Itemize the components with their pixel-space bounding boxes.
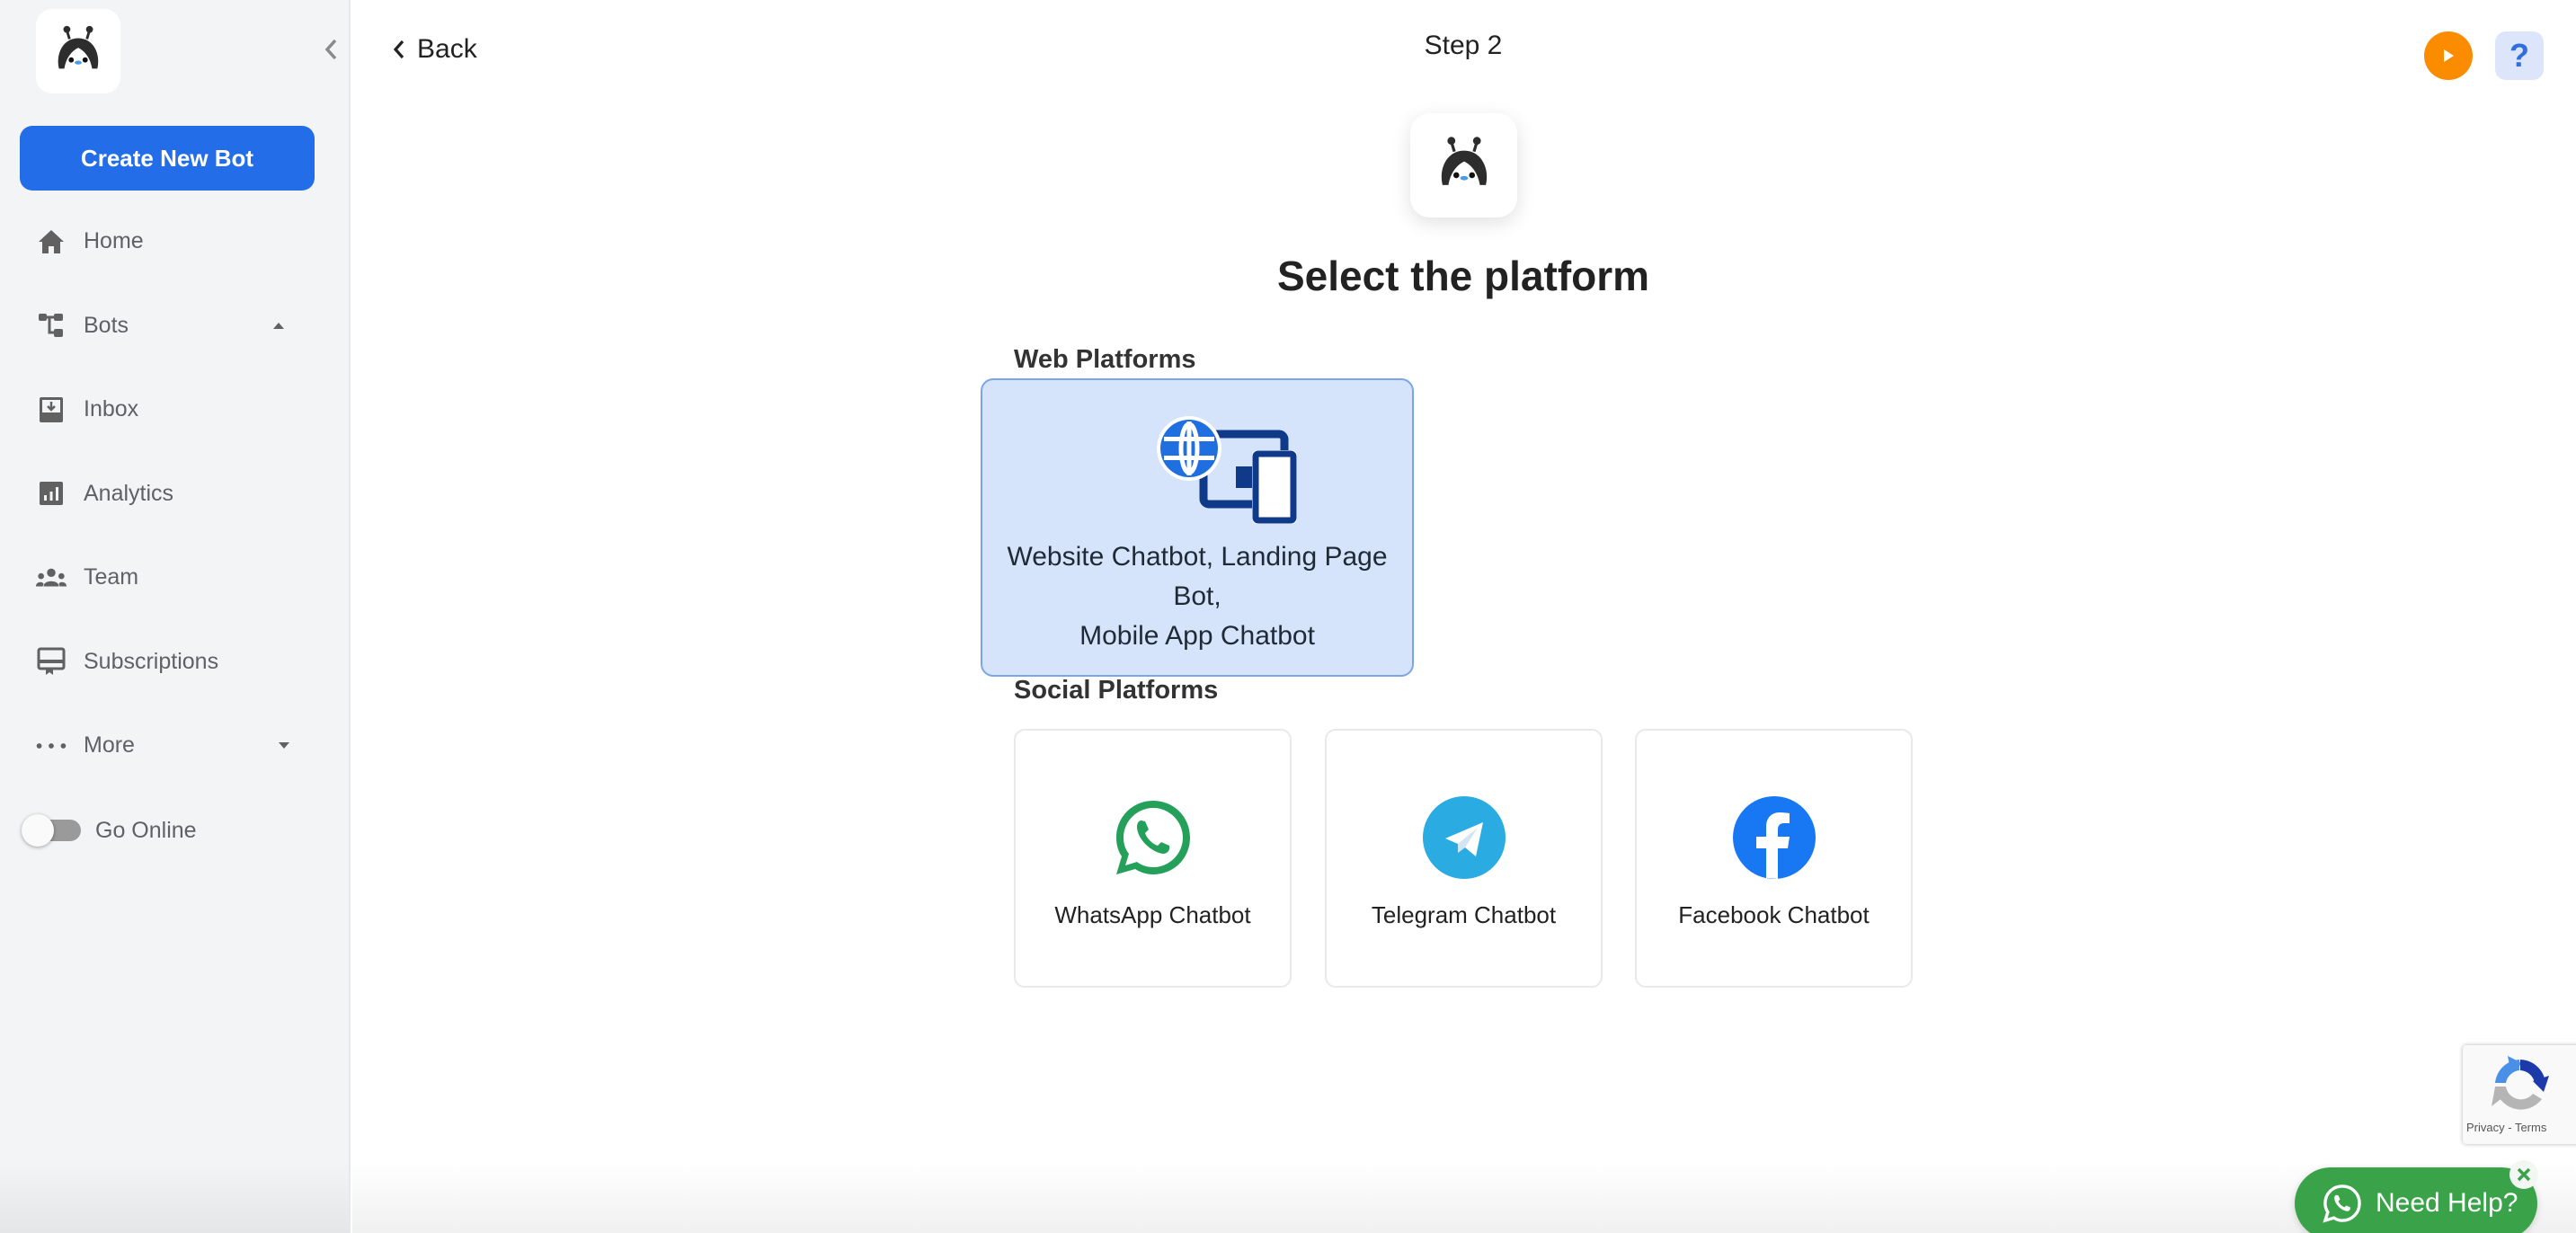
caret-up-icon[interactable]: [270, 319, 288, 332]
telegram-icon: [1422, 796, 1506, 879]
sidebar-item-analytics[interactable]: Analytics: [0, 452, 349, 537]
sidebar-item-bots[interactable]: Bots: [0, 284, 349, 368]
play-tutorial-button[interactable]: [2424, 31, 2473, 80]
need-help-close-button[interactable]: [2509, 1160, 2538, 1189]
facebook-label: Facebook Chatbot: [1678, 901, 1870, 928]
analytics-icon: [36, 478, 67, 509]
sidebar-item-more[interactable]: More: [0, 704, 349, 788]
bot-mascot-icon: [1441, 137, 1487, 185]
caret-down-icon[interactable]: [275, 740, 293, 752]
recaptcha-links: Privacy - Terms: [2466, 1121, 2546, 1134]
recaptcha-separator: -: [2504, 1121, 2515, 1134]
sidebar-item-label: Home: [84, 228, 144, 254]
sidebar-item-label: Team: [84, 564, 139, 590]
whatsapp-platform-card[interactable]: WhatsApp Chatbot: [1014, 729, 1292, 988]
close-icon: [2517, 1167, 2531, 1182]
go-online-toggle[interactable]: [22, 811, 81, 850]
web-platform-line-1: Website Chatbot, Landing Page Bot,: [1007, 542, 1388, 611]
telegram-label: Telegram Chatbot: [1371, 901, 1557, 928]
sidebar-item-label: Inbox: [84, 396, 139, 422]
app-root: Create New Bot Home Bots Inbox Analytics…: [0, 0, 2576, 1233]
sidebar-item-inbox[interactable]: Inbox: [0, 368, 349, 452]
bot-mascot-icon: [58, 25, 99, 69]
help-button[interactable]: ?: [2495, 31, 2544, 80]
whatsapp-label: WhatsApp Chatbot: [1054, 901, 1251, 928]
inbox-icon: [36, 395, 67, 425]
whatsapp-icon: [2323, 1184, 2361, 1223]
home-icon: [36, 226, 67, 257]
go-online-label: Go Online: [95, 817, 197, 843]
web-platform-line-2: Mobile App Chatbot: [1079, 621, 1315, 651]
collapse-sidebar-button[interactable]: [319, 34, 342, 65]
whatsapp-icon: [1115, 801, 1190, 874]
sidebar-item-label: Subscriptions: [84, 648, 219, 674]
toggle-knob: [22, 814, 54, 847]
sidebar-item-label: More: [84, 732, 135, 758]
social-platforms-heading: Social Platforms: [1014, 676, 1219, 705]
sidebar-item-team[interactable]: Team: [0, 536, 349, 620]
web-platform-card[interactable]: Website Chatbot, Landing Page Bot, Mobil…: [981, 378, 1414, 677]
create-new-bot-button[interactable]: Create New Bot: [20, 126, 315, 191]
facebook-platform-card[interactable]: Facebook Chatbot: [1635, 729, 1913, 988]
recaptcha-icon: [2492, 1056, 2549, 1110]
need-help-label: Need Help?: [2376, 1188, 2518, 1218]
go-online-toggle-row[interactable]: Go Online: [22, 811, 197, 850]
app-logo[interactable]: [36, 9, 120, 93]
recaptcha-badge: Privacy - Terms: [2463, 1045, 2576, 1144]
play-icon: [2444, 49, 2454, 62]
recaptcha-terms-link[interactable]: Terms: [2515, 1121, 2546, 1134]
bot-logo: [1410, 113, 1517, 217]
sidebar-item-label: Analytics: [84, 480, 174, 506]
sidebar-item-subscriptions[interactable]: Subscriptions: [0, 620, 349, 705]
chevron-left-icon: [324, 39, 337, 60]
need-help-button[interactable]: Need Help?: [2295, 1167, 2537, 1233]
recaptcha-privacy-link[interactable]: Privacy: [2466, 1121, 2505, 1134]
step-indicator: Step 2: [1424, 31, 1503, 60]
bottom-fade: [352, 1161, 2576, 1233]
more-dots-icon: [36, 731, 67, 761]
web-platform-description: Website Chatbot, Landing Page Bot, Mobil…: [982, 537, 1412, 656]
sidebar: Create New Bot Home Bots Inbox Analytics…: [0, 0, 351, 1233]
back-label: Back: [417, 34, 477, 64]
web-devices-icon: [1157, 416, 1297, 524]
back-button[interactable]: Back: [392, 31, 477, 68]
telegram-platform-card[interactable]: Telegram Chatbot: [1325, 729, 1603, 988]
chevron-left-icon: [393, 40, 404, 59]
page-title: Select the platform: [1276, 253, 1650, 299]
subscriptions-icon: [36, 646, 67, 677]
sidebar-nav: Home Bots Inbox Analytics Team Subscript…: [0, 200, 349, 788]
facebook-icon: [1732, 796, 1816, 879]
web-platforms-heading: Web Platforms: [1014, 345, 1196, 374]
sidebar-item-label: Bots: [84, 312, 129, 338]
bots-icon: [36, 310, 67, 341]
team-icon: [36, 563, 67, 593]
sidebar-item-home[interactable]: Home: [0, 200, 349, 284]
question-mark-icon: ?: [2509, 37, 2529, 74]
